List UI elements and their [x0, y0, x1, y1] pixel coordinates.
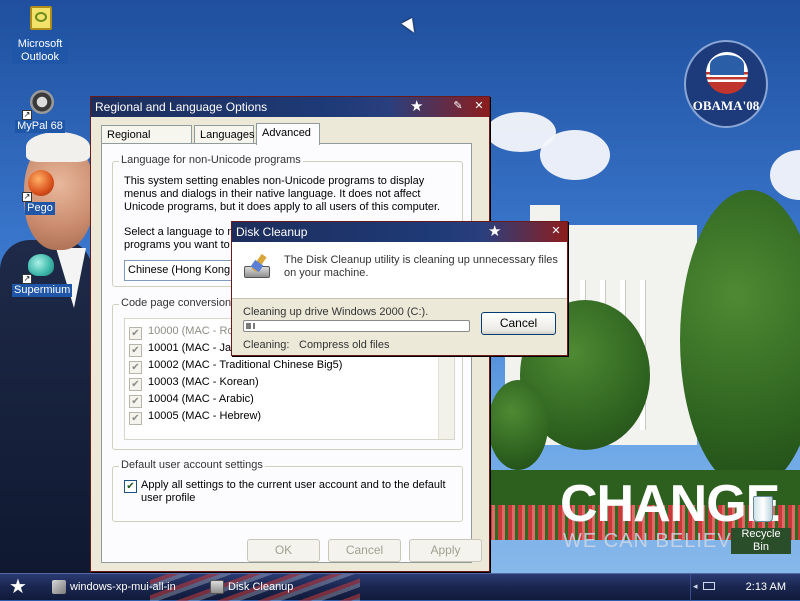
cleaning-item: Compress old files: [299, 339, 390, 351]
recycle-bin-icon: [745, 494, 777, 526]
list-item[interactable]: ✔ 10000 (MAC - Ro: [129, 323, 234, 340]
clock[interactable]: 2:13 AM: [746, 574, 786, 601]
install-icon: [52, 580, 66, 594]
campaign-logo-text: OBAMA'08: [692, 98, 760, 113]
apply-button[interactable]: Apply: [409, 539, 482, 562]
language-select[interactable]: Chinese (Hong Kong S: [124, 260, 234, 281]
star-icon: ★: [9, 576, 27, 598]
disk-cleanup-window: Disk Cleanup ★ ✕ The Disk Cleanup utilit…: [231, 221, 568, 356]
chevron-left-icon[interactable]: ◂: [693, 581, 698, 592]
disk-cleanup-icon: [242, 252, 274, 284]
group-legend: Default user account settings: [119, 459, 265, 471]
pego-icon: ↗: [22, 168, 56, 202]
checkbox[interactable]: ✔: [129, 395, 142, 408]
group-legend: Code page conversion t: [119, 297, 240, 309]
cleanup-progress-fill: [246, 323, 255, 329]
list-item[interactable]: ✔ 10002 (MAC - Traditional Chinese Big5): [129, 357, 342, 374]
desktop-icon-recycle-bin[interactable]: Recycle Bin: [731, 494, 791, 554]
code-page-label: 10005 (MAC - Hebrew): [148, 410, 262, 422]
tab-regional-options[interactable]: Regional Options: [101, 125, 192, 159]
list-item[interactable]: ✔ 10001 (MAC - Jap: [129, 340, 237, 357]
apply-defaults-label: Apply all settings to the current user a…: [141, 479, 446, 504]
taskbar-item-label: windows-xp-mui-all-in: [70, 581, 176, 593]
ok-button[interactable]: OK: [247, 539, 320, 562]
checkbox[interactable]: ✔: [129, 412, 142, 425]
desktop-icon-pego[interactable]: ↗ Pego: [12, 168, 68, 215]
start-button[interactable]: ★: [4, 575, 32, 599]
close-button[interactable]: ✕: [472, 99, 486, 113]
person-hair: [26, 132, 90, 162]
list-item[interactable]: ✔ 10003 (MAC - Korean): [129, 374, 259, 391]
checkbox[interactable]: ✔: [129, 327, 142, 340]
tab-languages[interactable]: Languages: [194, 125, 254, 144]
select-language-prompt-2: programs you want to u: [124, 239, 234, 251]
non-unicode-description: This system setting enables non-Unicode …: [124, 175, 441, 213]
tree: [488, 380, 548, 470]
apply-defaults-checkbox[interactable]: ✔: [124, 480, 137, 493]
window-title: Regional and Language Options: [95, 100, 268, 114]
shortcut-arrow-icon: ↗: [22, 192, 32, 202]
list-item[interactable]: ✔ 10004 (MAC - Arabic): [129, 391, 254, 408]
desktop-icon-label: Supermium: [12, 284, 73, 297]
shortcut-arrow-icon: ↗: [22, 274, 32, 284]
help-button[interactable]: ✎: [451, 99, 465, 113]
list-item[interactable]: ✔ 10005 (MAC - Hebrew): [129, 408, 261, 425]
close-button[interactable]: ✕: [549, 224, 563, 238]
taskbar-item-installer[interactable]: windows-xp-mui-all-in: [48, 577, 196, 598]
titlebar[interactable]: Regional and Language Options ★ ✎ ✕: [91, 97, 489, 117]
cloud: [770, 150, 800, 200]
desktop-icon-outlook[interactable]: Microsoft Outlook: [12, 4, 68, 64]
taskbar-item-disk-cleanup[interactable]: Disk Cleanup: [206, 577, 354, 598]
campaign-logo: OBAMA'08: [684, 40, 768, 128]
group-legend: Language for non-Unicode programs: [119, 154, 303, 166]
cleaning-label: Cleaning:: [243, 339, 290, 351]
code-page-label: 10001 (MAC - Jap: [148, 342, 238, 354]
campaign-logo-disc: [706, 52, 748, 94]
window-title: Disk Cleanup: [236, 225, 308, 239]
checkbox[interactable]: ✔: [129, 344, 142, 357]
default-user-group: Default user account settings ✔ Apply al…: [112, 459, 463, 522]
desktop-icon-supermium[interactable]: ↗ Supermium: [12, 250, 73, 297]
white-house-cupola: [670, 232, 692, 252]
keyboard-icon[interactable]: [703, 582, 715, 590]
taskbar-item-label: Disk Cleanup: [228, 581, 294, 593]
divider: [232, 298, 567, 299]
select-language-prompt: Select a language to m: [124, 226, 234, 238]
mypal-icon: ↗: [22, 86, 56, 120]
checkbox[interactable]: ✔: [129, 378, 142, 391]
checkbox[interactable]: ✔: [129, 361, 142, 374]
tab-advanced[interactable]: Advanced: [256, 123, 320, 145]
desktop-icon-label: MyPal 68: [15, 120, 65, 133]
code-page-label: 10002 (MAC - Traditional Chinese Big5): [148, 359, 343, 371]
shortcut-arrow-icon: ↗: [22, 110, 32, 120]
system-tray: ◂ 2:13 AM: [690, 574, 800, 601]
taskbar: ★ windows-xp-mui-all-in Disk Cleanup ◂ 2…: [0, 573, 800, 601]
supermium-icon: ↗: [22, 250, 56, 284]
cleanup-cancel-button[interactable]: Cancel: [481, 312, 556, 335]
cancel-button[interactable]: Cancel: [328, 539, 401, 562]
cleanup-progress-bar: [243, 320, 470, 332]
cleanup-message: The Disk Cleanup utility is cleaning up …: [284, 254, 558, 279]
disk-cleanup-icon: [210, 580, 224, 594]
code-page-label: 10003 (MAC - Korean): [148, 376, 259, 388]
cloud: [540, 130, 610, 180]
titlebar[interactable]: Disk Cleanup ★ ✕: [232, 222, 567, 242]
code-page-label: 10000 (MAC - Ro: [148, 325, 234, 337]
tree: [680, 190, 800, 490]
outlook-icon: [24, 4, 56, 36]
star-icon: ★: [488, 223, 502, 240]
desktop-icon-mypal[interactable]: ↗ MyPal 68: [12, 86, 68, 133]
drive-status: Cleaning up drive Windows 2000 (C:).: [243, 306, 429, 318]
desktop-icon-label: Recycle Bin: [731, 528, 791, 554]
desktop-icon-label: Pego: [25, 202, 55, 215]
desktop-icon-label: Microsoft Outlook: [12, 38, 68, 64]
code-page-label: 10004 (MAC - Arabic): [148, 393, 254, 405]
star-icon: ★: [410, 98, 424, 115]
